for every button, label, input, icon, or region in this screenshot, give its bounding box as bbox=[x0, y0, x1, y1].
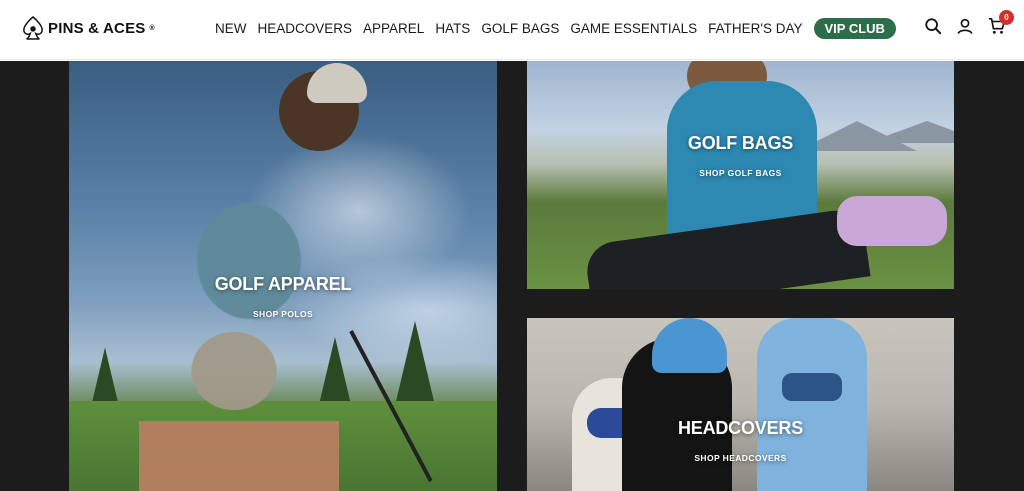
bags-label: GOLF BAGS SHOP GOLF BAGS bbox=[527, 133, 954, 178]
vip-club-button[interactable]: VIP CLUB bbox=[813, 17, 896, 39]
main-nav: NEW HEADCOVERS APPAREL HATS GOLF BAGS GA… bbox=[215, 17, 907, 39]
tile-golf-apparel[interactable]: GOLF APPAREL SHOP POLOS bbox=[69, 61, 497, 491]
headcover-photo bbox=[652, 318, 727, 373]
apparel-label: GOLF APPAREL SHOP POLOS bbox=[69, 274, 497, 319]
collection-grid: GOLF APPAREL SHOP POLOS GOLF BAGS SHOP G… bbox=[0, 61, 1024, 491]
cart-icon[interactable]: 0 bbox=[988, 10, 1014, 35]
headcover-photo bbox=[757, 318, 867, 491]
nav-headcovers[interactable]: HEADCOVERS bbox=[258, 21, 353, 36]
nav-new[interactable]: NEW bbox=[215, 21, 247, 36]
nav-golf-bags[interactable]: GOLF BAGS bbox=[481, 21, 559, 36]
logo[interactable]: PINS & ACES ® bbox=[22, 16, 155, 40]
shop-polos-link[interactable]: SHOP POLOS bbox=[69, 309, 497, 319]
tile-headcovers[interactable]: HEADCOVERS SHOP HEADCOVERS bbox=[527, 318, 954, 491]
site-header: PINS & ACES ® NEW HEADCOVERS APPAREL HAT… bbox=[0, 0, 1024, 60]
golfer-cap-photo bbox=[307, 63, 367, 103]
nav-hats[interactable]: HATS bbox=[435, 21, 470, 36]
nav-apparel[interactable]: APPAREL bbox=[363, 21, 424, 36]
visor-print bbox=[782, 373, 842, 401]
headcover-photo bbox=[837, 196, 947, 246]
nav-game-essentials[interactable]: GAME ESSENTIALS bbox=[570, 21, 697, 36]
search-icon[interactable] bbox=[924, 17, 942, 35]
shop-golf-bags-link[interactable]: SHOP GOLF BAGS bbox=[527, 168, 954, 178]
headcovers-label: HEADCOVERS SHOP HEADCOVERS bbox=[527, 418, 954, 463]
spade-logo-icon bbox=[23, 16, 43, 40]
tile-golf-bags[interactable]: GOLF BAGS SHOP GOLF BAGS bbox=[527, 61, 954, 289]
logo-text: PINS & ACES bbox=[48, 19, 146, 37]
cart-count-badge: 0 bbox=[999, 10, 1014, 25]
header-icons: 0 bbox=[924, 10, 1014, 35]
nav-fathers-day[interactable]: FATHER'S DAY bbox=[708, 21, 802, 36]
apparel-title: GOLF APPAREL bbox=[214, 274, 352, 294]
registered-mark: ® bbox=[149, 24, 155, 32]
bags-title: GOLF BAGS bbox=[687, 133, 794, 153]
headcovers-title: HEADCOVERS bbox=[677, 418, 804, 438]
account-icon[interactable] bbox=[956, 17, 974, 35]
shop-headcovers-link[interactable]: SHOP HEADCOVERS bbox=[527, 453, 954, 463]
